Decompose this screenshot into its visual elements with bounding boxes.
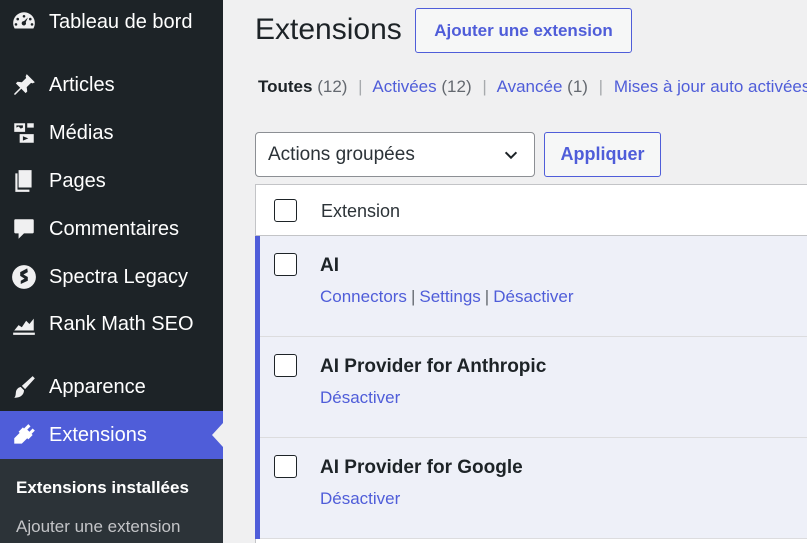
table-row: AI Provider for Anthropic Désactiver xyxy=(255,337,807,438)
row-checkbox[interactable] xyxy=(274,253,297,276)
sidebar-item-label: Articles xyxy=(49,73,115,96)
filter-auto-updates[interactable]: Mises à jour auto activées xyxy=(614,77,807,96)
row-actions: Désactiver xyxy=(320,388,400,408)
action-separator: | xyxy=(484,287,490,306)
filter-active-count: (12) xyxy=(441,77,472,96)
bulk-actions-select[interactable]: Actions groupées xyxy=(255,132,535,177)
filter-separator: | xyxy=(598,77,604,96)
sidebar-item-pages[interactable]: Pages xyxy=(0,157,223,205)
row-checkbox[interactable] xyxy=(274,455,297,478)
table-header: Extension xyxy=(256,185,807,236)
admin-sidebar: Tableau de bord Articles Médias Pages Co… xyxy=(0,0,223,543)
plugin-name: AI xyxy=(320,255,339,276)
plugin-name: AI Provider for Google xyxy=(320,457,523,478)
sidebar-item-label: Extensions xyxy=(49,423,147,446)
sidebar-item-apparence[interactable]: Apparence xyxy=(0,363,223,411)
filter-active[interactable]: Activées xyxy=(372,77,436,96)
plugin-name: AI Provider for Anthropic xyxy=(320,356,547,377)
filter-advanced[interactable]: Avancée xyxy=(497,77,563,96)
active-plugin-bar xyxy=(255,438,260,539)
sidebar-item-commentaires[interactable]: Commentaires xyxy=(0,205,223,253)
sidebar-item-label: Spectra Legacy xyxy=(49,265,188,288)
sidebar-item-articles[interactable]: Articles xyxy=(0,61,223,109)
sidebar-item-medias[interactable]: Médias xyxy=(0,109,223,157)
active-indicator xyxy=(212,423,223,447)
filter-advanced-count: (1) xyxy=(567,77,588,96)
pages-icon xyxy=(10,167,38,195)
sidebar-item-label: Commentaires xyxy=(49,217,180,240)
pushpin-icon xyxy=(10,71,38,99)
filter-all[interactable]: Toutes xyxy=(258,77,312,96)
sidebar-item-rank-math[interactable]: Rank Math SEO xyxy=(0,300,223,348)
deactivate-link[interactable]: Désactiver xyxy=(320,489,400,508)
plugins-table: Extension AI Connectors | Settings | Désacti… xyxy=(255,184,807,543)
submenu-add-extension[interactable]: Ajouter une extension xyxy=(16,517,180,537)
filter-separator: | xyxy=(482,77,487,96)
sidebar-item-dashboard[interactable]: Tableau de bord xyxy=(0,0,223,46)
table-row: AI Connectors | Settings | Désactiver xyxy=(255,236,807,337)
sidebar-item-label: Médias xyxy=(49,121,114,144)
comment-icon xyxy=(10,215,38,243)
row-actions: Désactiver xyxy=(320,489,400,509)
row-actions: Connectors | Settings | Désactiver xyxy=(320,287,574,307)
plugin-icon xyxy=(10,421,38,449)
select-all-checkbox[interactable] xyxy=(274,199,297,222)
add-extension-button[interactable]: Ajouter une extension xyxy=(415,8,632,53)
extensions-submenu: Extensions installées Ajouter une extens… xyxy=(0,459,223,543)
action-separator: | xyxy=(410,287,416,306)
apply-button[interactable]: Appliquer xyxy=(544,132,661,177)
sidebar-item-label: Rank Math SEO xyxy=(49,312,194,335)
filter-separator: | xyxy=(358,77,363,96)
active-plugin-bar xyxy=(255,236,260,337)
bulk-actions-value: Actions groupées xyxy=(268,143,415,165)
chevron-down-icon xyxy=(504,151,518,160)
settings-link[interactable]: Settings xyxy=(419,287,480,306)
sidebar-item-extensions[interactable]: Extensions xyxy=(0,411,223,459)
row-checkbox[interactable] xyxy=(274,354,297,377)
submenu-installed-extensions[interactable]: Extensions installées xyxy=(16,478,189,498)
table-row: AI Provider for Google Désactiver xyxy=(255,438,807,539)
media-icon xyxy=(10,119,38,147)
sidebar-item-label: Apparence xyxy=(49,375,146,398)
sidebar-item-label: Pages xyxy=(49,169,106,192)
rank-math-icon xyxy=(10,310,38,338)
spectra-icon xyxy=(10,263,38,291)
active-plugin-bar xyxy=(255,337,260,438)
filter-all-count: (12) xyxy=(317,77,348,96)
sidebar-item-label: Tableau de bord xyxy=(49,10,193,33)
page-title: Extensions xyxy=(255,13,402,46)
deactivate-link[interactable]: Désactiver xyxy=(320,388,400,407)
sidebar-item-spectra-legacy[interactable]: Spectra Legacy xyxy=(0,253,223,301)
status-filters: Toutes (12) | Activées (12) | Avancée (1… xyxy=(258,77,807,97)
column-header-extension[interactable]: Extension xyxy=(321,201,400,222)
connectors-link[interactable]: Connectors xyxy=(320,287,407,306)
paintbrush-icon xyxy=(10,373,38,401)
deactivate-link[interactable]: Désactiver xyxy=(493,287,573,306)
dashboard-icon xyxy=(10,8,38,36)
